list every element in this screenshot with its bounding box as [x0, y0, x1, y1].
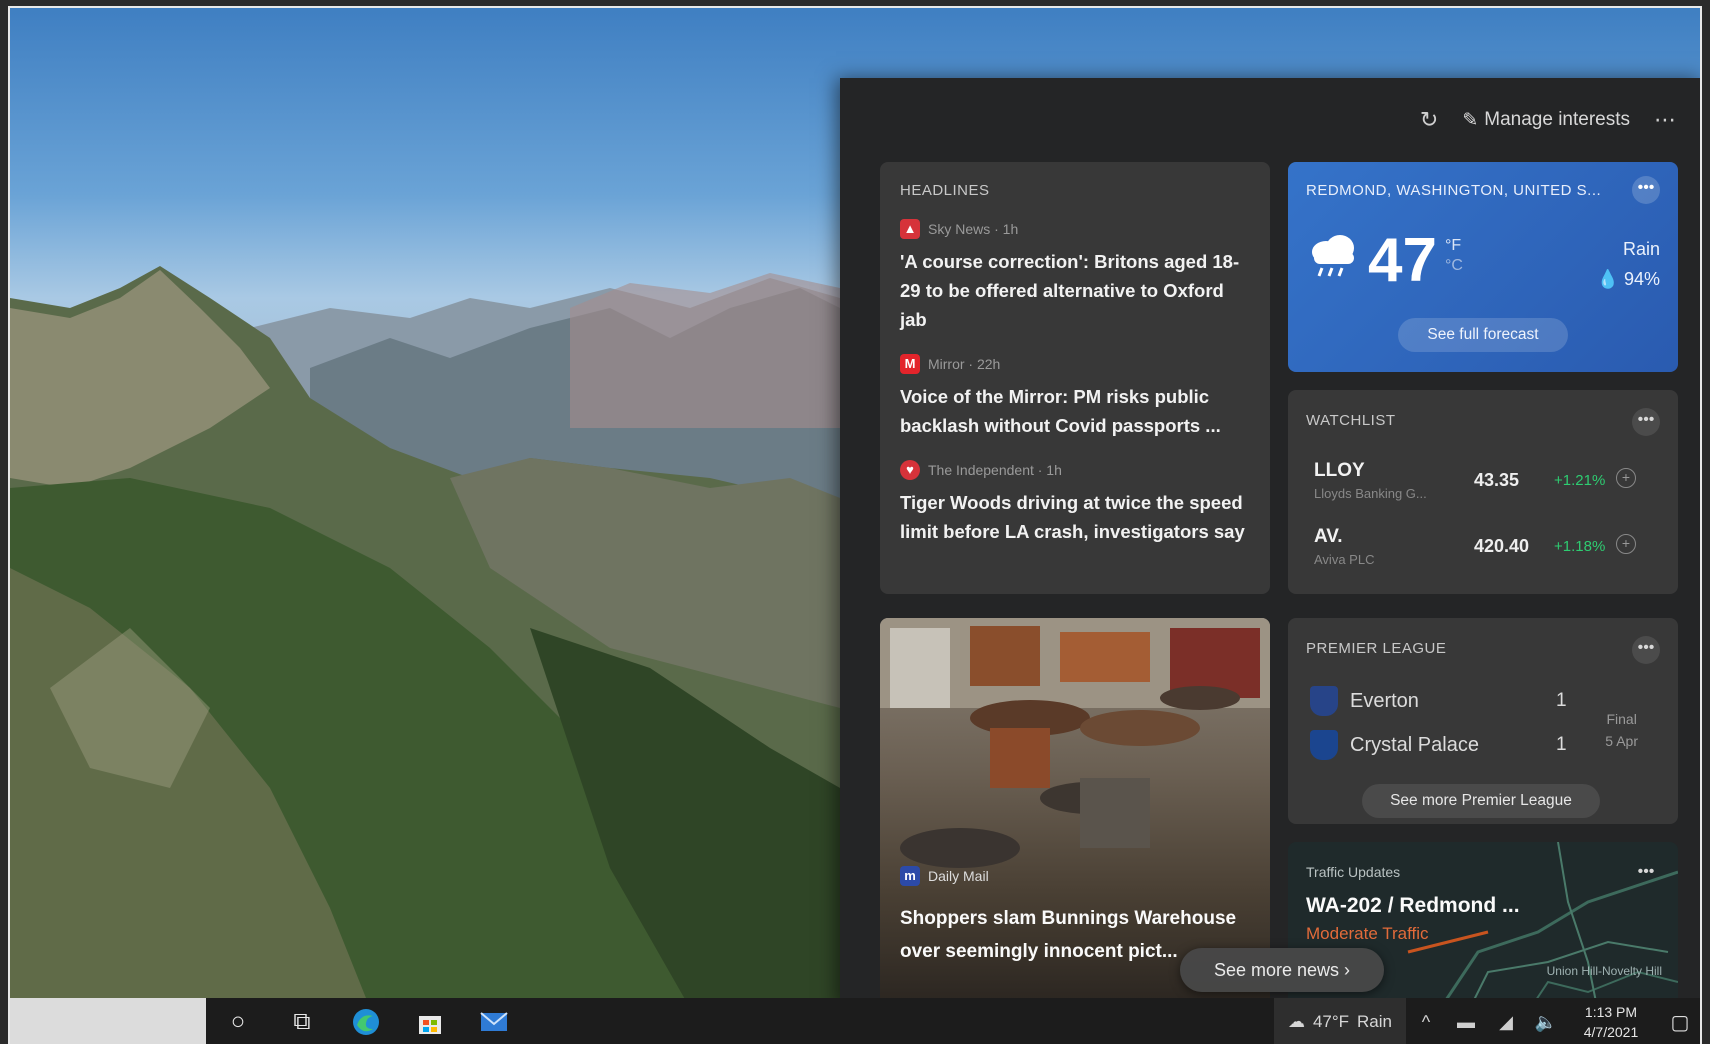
headline-item[interactable]: ♥ The Independent · 1h Tiger Woods drivi…	[900, 460, 1250, 546]
temperature: 47	[1368, 226, 1437, 295]
weather-more-icon[interactable]: •••	[1632, 176, 1660, 204]
headline-item[interactable]: ▲ Sky News · 1h 'A course correction': B…	[900, 219, 1250, 334]
manage-interests-button[interactable]: ✎ Manage interests	[1462, 109, 1630, 132]
league-title: PREMIER LEAGUE	[1306, 640, 1447, 657]
edge-icon[interactable]	[334, 998, 398, 1044]
manage-interests-label: Manage interests	[1484, 109, 1630, 130]
stock-row[interactable]: LLOY Lloyds Banking G... 43.35 +1.21% +	[1314, 460, 1636, 501]
network-icon[interactable]: ◢	[1486, 1012, 1526, 1033]
taskbar-search-box[interactable]	[10, 998, 206, 1044]
battery-icon[interactable]: ▬	[1446, 1012, 1486, 1033]
chevron-up-icon[interactable]: ^	[1406, 1012, 1446, 1033]
store-icon[interactable]	[398, 998, 462, 1044]
raindrop-icon: 💧	[1596, 269, 1619, 289]
premier-league-card: PREMIER LEAGUE ••• Everton 1 Crystal Pal…	[1288, 618, 1678, 824]
see-more-league-button[interactable]: See more Premier League	[1362, 784, 1600, 818]
volume-icon[interactable]: 🔈	[1526, 1012, 1566, 1033]
unit-celsius[interactable]: °C	[1445, 256, 1463, 276]
cortana-icon[interactable]: ○	[206, 998, 270, 1044]
team-row[interactable]: Crystal Palace 1	[1310, 730, 1570, 760]
weather-card[interactable]: REDMOND, WASHINGTON, UNITED S... ••• 47 …	[1288, 162, 1678, 372]
match-status: Final	[1606, 711, 1637, 727]
sky-news-icon: ▲	[900, 219, 920, 239]
taskbar: ○ ⧉ ☁ 47°F Rain ^ ▬ ◢ 🔈 1:13 PM 4/7/2021	[10, 998, 1700, 1044]
see-full-forecast-button[interactable]: See full forecast	[1398, 318, 1568, 352]
rain-cloud-icon: ☁	[1287, 1012, 1305, 1031]
precipitation: 94%	[1623, 269, 1660, 289]
watchlist-card: WATCHLIST ••• LLOY Lloyds Banking G... 4…	[1288, 390, 1678, 594]
watchlist-title: WATCHLIST	[1306, 412, 1396, 429]
add-stock-icon[interactable]: +	[1616, 534, 1636, 554]
weather-location: REDMOND, WASHINGTON, UNITED S...	[1306, 182, 1602, 199]
headline-source: The Independent · 1h	[928, 462, 1062, 478]
daily-mail-icon: m	[900, 866, 920, 886]
match-date: 5 Apr	[1605, 733, 1638, 749]
traffic-route: WA-202 / Redmond ...	[1306, 894, 1520, 917]
traffic-title: Traffic Updates	[1306, 864, 1401, 880]
add-stock-icon[interactable]: +	[1616, 468, 1636, 488]
rain-cloud-icon	[1312, 235, 1354, 277]
crystal-palace-crest-icon	[1310, 730, 1338, 760]
team-name: Everton	[1350, 689, 1419, 712]
clock-date: 4/7/2021	[1583, 1024, 1639, 1040]
team-score: 1	[1556, 734, 1567, 755]
headline-text: Tiger Woods driving at twice the speed l…	[900, 492, 1245, 542]
stock-price: 420.40	[1474, 536, 1530, 556]
mirror-icon: M	[900, 354, 920, 374]
team-name: Crystal Palace	[1350, 733, 1479, 756]
see-more-news-label: See more news	[1213, 960, 1340, 980]
independent-icon: ♥	[900, 460, 920, 480]
traffic-more-icon[interactable]: •••	[1632, 860, 1660, 888]
everton-crest-icon	[1310, 686, 1338, 716]
watchlist-more-icon[interactable]: •••	[1632, 408, 1660, 436]
panel-toolbar: ↻ ✎ Manage interests ⋯	[1420, 104, 1676, 136]
headline-item[interactable]: M Mirror · 22h Voice of the Mirror: PM r…	[900, 354, 1250, 440]
headline-text: Voice of the Mirror: PM risks public bac…	[900, 386, 1221, 436]
taskbar-clock[interactable]: 1:13 PM 4/7/2021	[1566, 1002, 1656, 1042]
chevron-right-icon: ›	[1344, 960, 1351, 980]
refresh-icon[interactable]: ↻	[1420, 107, 1438, 133]
taskbar-weather-button[interactable]: ☁ 47°F Rain	[1273, 998, 1406, 1044]
pencil-icon: ✎	[1462, 109, 1479, 131]
mail-icon[interactable]	[462, 998, 526, 1044]
taskbar-weather-cond: Rain	[1357, 1012, 1392, 1031]
headlines-title: HEADLINES	[900, 182, 990, 199]
map-label: Union Hill-Novelty Hill	[1546, 964, 1662, 978]
clock-time: 1:13 PM	[1584, 1004, 1638, 1020]
photo-news-source: Daily Mail	[928, 868, 989, 884]
news-and-interests-panel: ↻ ✎ Manage interests ⋯ HEADLINES ▲ Sky N…	[840, 78, 1700, 1012]
notification-icon[interactable]: ▢	[1656, 1010, 1700, 1035]
headline-source: Sky News · 1h	[928, 221, 1019, 237]
taskbar-weather-temp: 47°F	[1312, 1012, 1350, 1031]
headline-text: 'A course correction': Britons aged 18-2…	[900, 251, 1240, 330]
task-view-icon[interactable]: ⧉	[270, 998, 334, 1044]
team-row[interactable]: Everton 1	[1310, 686, 1570, 716]
weather-condition: Rain	[1622, 239, 1660, 259]
headlines-card: HEADLINES ▲ Sky News · 1h 'A course corr…	[880, 162, 1270, 594]
more-options-icon[interactable]: ⋯	[1654, 107, 1676, 133]
see-more-news-button[interactable]: See more news ›	[1180, 948, 1384, 992]
stock-change: +1.21%	[1554, 472, 1606, 489]
stock-row[interactable]: AV. Aviva PLC 420.40 +1.18% +	[1314, 526, 1636, 567]
unit-fahrenheit[interactable]: °F	[1445, 236, 1463, 256]
desktop: ↻ ✎ Manage interests ⋯ HEADLINES ▲ Sky N…	[8, 6, 1702, 1044]
headline-source: Mirror · 22h	[928, 356, 1001, 372]
traffic-status: Moderate Traffic	[1306, 924, 1429, 943]
stock-price: 43.35	[1474, 470, 1520, 490]
team-score: 1	[1556, 690, 1567, 711]
stock-change: +1.18%	[1554, 538, 1606, 555]
league-more-icon[interactable]: •••	[1632, 636, 1660, 664]
